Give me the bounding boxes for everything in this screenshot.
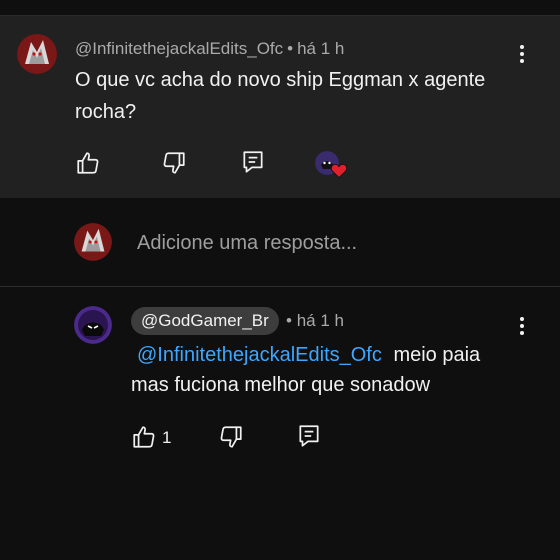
meta-separator: • [287, 39, 294, 58]
parent-comment-meta: @InfinitethejackalEdits_Ofc • há 1 h [75, 39, 344, 59]
reply-author-avatar[interactable] [74, 306, 112, 344]
parent-author-avatar[interactable] [17, 34, 57, 74]
reply-more-options-icon[interactable] [510, 314, 534, 338]
parent-reply-icon[interactable] [240, 149, 266, 175]
reply-author-name[interactable]: @GodGamer_Br [131, 307, 279, 335]
reply-time: há 1 h [296, 311, 344, 330]
comment-thread-screen: @InfinitethejackalEdits_Ofc • há 1 h O que… [0, 0, 560, 560]
parent-comment-time: há 1 h [297, 39, 345, 58]
top-strip [0, 0, 560, 16]
reply-like-icon[interactable] [131, 424, 157, 450]
reply-reply-icon[interactable] [296, 423, 322, 449]
reply-meta: • há 1 h [286, 311, 344, 331]
reply-like-count: 1 [162, 428, 172, 447]
parent-author-name[interactable]: @InfinitethejackalEdits_Ofc [75, 39, 283, 58]
reply-mention-link[interactable]: @InfinitethejackalEdits_Ofc [137, 344, 382, 366]
heart-icon [331, 164, 347, 178]
current-user-avatar [74, 223, 112, 261]
parent-dislike-icon[interactable] [161, 150, 187, 176]
reply-text-line2: mas fuciona melhor que sonadow [131, 374, 431, 396]
parent-more-options-icon[interactable] [510, 42, 534, 66]
reply-dislike-icon[interactable] [218, 424, 244, 450]
reply-text-after-mention: meio paia [393, 344, 481, 366]
reply-input[interactable]: Adicione uma resposta... [137, 232, 357, 255]
parent-comment-text: O que vc acha do novo ship Eggman x agen… [75, 69, 486, 123]
reply-text-line1: @InfinitethejackalEdits_Ofc meio paia [137, 340, 480, 370]
reply-meta-separator: • [286, 311, 292, 330]
parent-like-icon[interactable] [75, 150, 101, 176]
